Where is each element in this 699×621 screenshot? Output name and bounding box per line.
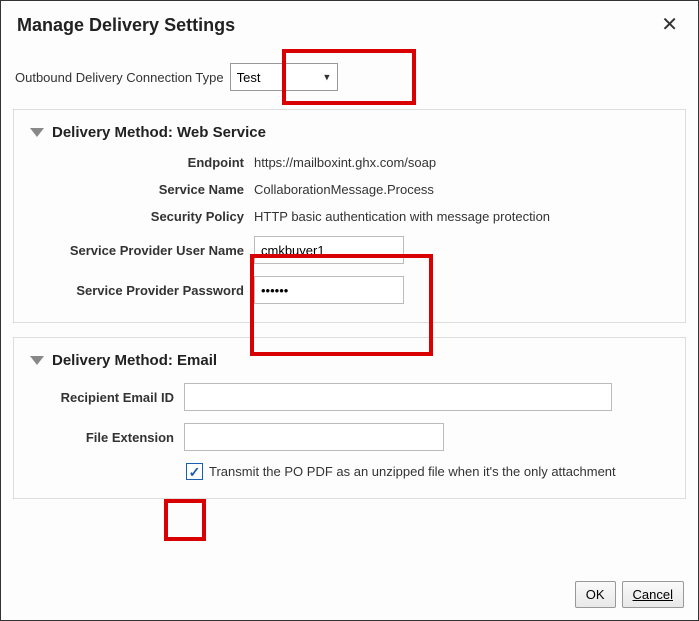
password-label: Service Provider Password bbox=[30, 283, 254, 298]
close-icon[interactable]: ✕ bbox=[657, 13, 682, 37]
email-panel: Delivery Method: Email Recipient Email I… bbox=[13, 337, 686, 499]
password-value-wrap bbox=[254, 276, 669, 304]
connection-type-label: Outbound Delivery Connection Type bbox=[15, 70, 224, 85]
dialog: Manage Delivery Settings ✕ Outbound Deli… bbox=[0, 0, 699, 621]
dialog-footer: OK Cancel bbox=[575, 581, 684, 608]
endpoint-value: https://mailboxint.ghx.com/soap bbox=[254, 155, 669, 170]
connection-type-select[interactable]: Test bbox=[230, 63, 338, 91]
security-policy-row: Security Policy HTTP basic authenticatio… bbox=[30, 209, 669, 224]
dialog-title: Manage Delivery Settings bbox=[17, 15, 235, 36]
recipient-row: Recipient Email ID bbox=[30, 383, 669, 411]
username-input[interactable] bbox=[254, 236, 404, 264]
email-panel-title: Delivery Method: Email bbox=[52, 352, 217, 369]
connection-type-row: Outbound Delivery Connection Type Test ▾ bbox=[13, 63, 686, 91]
password-row: Service Provider Password bbox=[30, 276, 669, 304]
endpoint-row: Endpoint https://mailboxint.ghx.com/soap bbox=[30, 155, 669, 170]
security-policy-value: HTTP basic authentication with message p… bbox=[254, 209, 669, 224]
disclosure-icon bbox=[30, 356, 44, 365]
dialog-body: Outbound Delivery Connection Type Test ▾… bbox=[1, 45, 698, 525]
web-service-panel-title: Delivery Method: Web Service bbox=[52, 124, 266, 141]
service-name-value: CollaborationMessage.Process bbox=[254, 182, 669, 197]
password-input[interactable] bbox=[254, 276, 404, 304]
extension-row: File Extension bbox=[30, 423, 669, 451]
transmit-checkbox-label: Transmit the PO PDF as an unzipped file … bbox=[209, 464, 616, 479]
username-label: Service Provider User Name bbox=[30, 243, 254, 258]
username-row: Service Provider User Name bbox=[30, 236, 669, 264]
recipient-value-wrap bbox=[184, 383, 669, 411]
web-service-panel-header[interactable]: Delivery Method: Web Service bbox=[30, 124, 669, 141]
ok-button[interactable]: OK bbox=[575, 581, 616, 608]
connection-type-select-wrap: Test ▾ bbox=[230, 63, 338, 91]
service-name-label: Service Name bbox=[30, 182, 254, 197]
disclosure-icon bbox=[30, 128, 44, 137]
file-extension-input[interactable] bbox=[184, 423, 444, 451]
dialog-header: Manage Delivery Settings ✕ bbox=[1, 1, 698, 45]
security-policy-label: Security Policy bbox=[30, 209, 254, 224]
web-service-panel: Delivery Method: Web Service Endpoint ht… bbox=[13, 109, 686, 323]
recipient-label: Recipient Email ID bbox=[30, 390, 184, 405]
username-value-wrap bbox=[254, 236, 669, 264]
endpoint-label: Endpoint bbox=[30, 155, 254, 170]
email-panel-header[interactable]: Delivery Method: Email bbox=[30, 352, 669, 369]
cancel-button[interactable]: Cancel bbox=[622, 581, 684, 608]
recipient-email-input[interactable] bbox=[184, 383, 612, 411]
transmit-checkbox-row: Transmit the PO PDF as an unzipped file … bbox=[186, 463, 669, 480]
service-name-row: Service Name CollaborationMessage.Proces… bbox=[30, 182, 669, 197]
extension-label: File Extension bbox=[30, 430, 184, 445]
transmit-checkbox[interactable] bbox=[186, 463, 203, 480]
extension-value-wrap bbox=[184, 423, 669, 451]
